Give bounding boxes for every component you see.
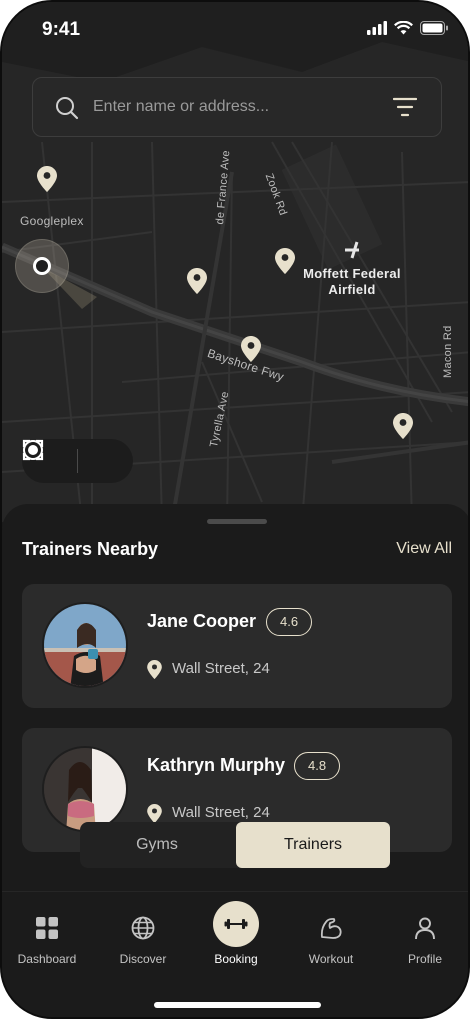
sheet-handle[interactable] [207,519,267,524]
avatar [42,746,128,832]
trainer-name: Jane Cooper [147,611,257,631]
map-pin-icon[interactable] [393,413,413,439]
home-indicator [154,1002,321,1008]
rating-badge: 4.6 [266,608,313,636]
map-pin-icon[interactable] [275,248,295,274]
search-bar [32,77,442,137]
map-controls [22,439,133,483]
wifi-icon [394,21,413,35]
map-label-moffett: Moffett Federal Airfield [303,266,401,297]
map-pin-icon[interactable] [241,336,261,362]
status-icons [367,21,448,35]
map-pin-icon[interactable] [37,166,57,192]
tab-bar: Dashboard Discover Booking Workout Profi… [2,891,468,1017]
tab-profile[interactable]: Profile [380,892,468,972]
signal-icon [367,21,387,35]
trainer-photo-kathryn [44,748,126,830]
tab-label: Discover [119,952,167,966]
gyms-toggle[interactable]: Gyms [80,822,234,868]
trainer-address: Wall Street, 24 [172,660,270,677]
phone-screen: Googleplex de France Ave Zook Rd Moffett… [0,0,470,1019]
gyms-trainers-toggle: Gyms Trainers [80,822,390,868]
tab-workout[interactable]: Workout [286,892,376,972]
avatar [42,602,128,688]
search-icon [56,97,79,120]
location-pin-icon [147,660,162,679]
trainers-toggle[interactable]: Trainers [236,822,390,868]
grid-icon [36,917,58,939]
search-input[interactable] [93,78,383,136]
section-title: Trainers Nearby [22,539,159,559]
tab-booking[interactable]: Booking [191,892,281,972]
rating-badge: 4.8 [294,752,341,780]
map-label-macon: Macon Rd [442,325,454,378]
tab-label: Workout [308,952,354,966]
trainer-photo-jane [44,604,126,686]
tab-dashboard[interactable]: Dashboard [2,892,92,972]
recenter-button[interactable] [23,439,133,483]
map-label-googleplex: Googleplex [20,214,84,228]
trainer-card[interactable]: Jane Cooper 4.6 Wall Street, 24 [22,584,452,708]
bicep-icon [320,918,342,939]
tab-label: Profile [407,952,442,966]
target-icon [23,440,43,460]
globe-icon [131,916,155,940]
battery-icon [420,21,448,35]
location-pin-icon [147,804,162,823]
trainer-name: Kathryn Murphy [147,755,286,775]
tab-label: Booking [214,952,258,966]
tab-label: Dashboard [17,952,77,966]
map-pin-icon[interactable] [187,268,207,294]
filter-icon[interactable] [393,97,417,117]
trainer-address: Wall Street, 24 [172,804,270,821]
status-bar: 9:41 [2,2,468,58]
view-all-link[interactable]: View All [396,540,452,558]
dumbbell-icon [224,919,248,929]
status-time: 9:41 [42,19,81,40]
current-location-dot [33,257,51,275]
user-icon [415,917,435,940]
tab-discover[interactable]: Discover [98,892,188,972]
